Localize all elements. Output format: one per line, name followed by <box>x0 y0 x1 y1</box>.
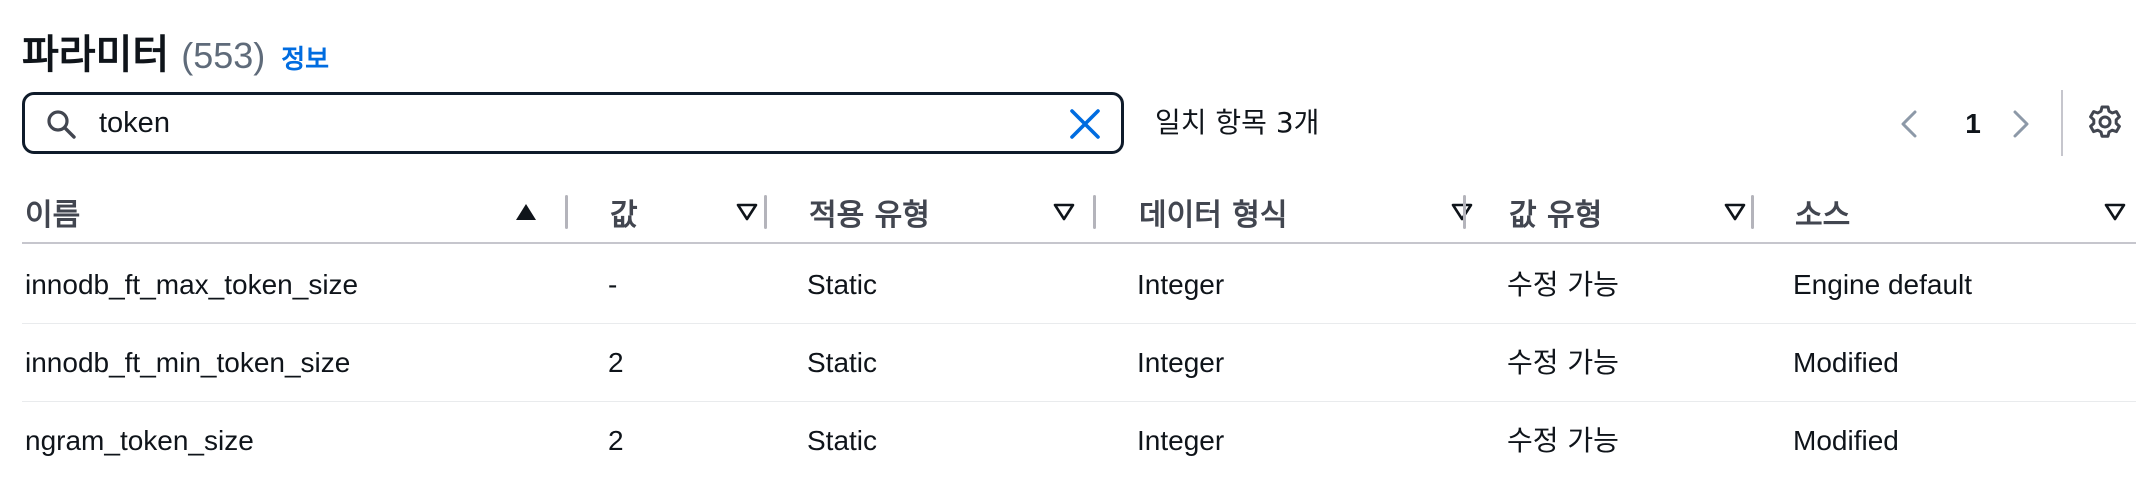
cell-source: Modified <box>1793 347 1899 378</box>
column-header-source[interactable]: 소스 <box>1795 180 2135 244</box>
column-header-value-type[interactable]: 값 유형 <box>1509 180 1759 244</box>
cell-data-type: Integer <box>1137 425 1225 456</box>
toolbar-divider <box>2061 90 2063 156</box>
column-separator[interactable] <box>1093 195 1096 229</box>
column-header-apply-type[interactable]: 적용 유형 <box>809 180 1089 244</box>
cell-value: 2 <box>608 347 624 378</box>
cell-value-type: 수정 가능 <box>1507 268 1619 301</box>
column-header-name[interactable]: 이름 <box>25 180 543 244</box>
caret-down-outline-icon <box>1451 203 1473 221</box>
column-separator[interactable] <box>565 195 568 229</box>
cell-value-type: 수정 가능 <box>1507 346 1619 379</box>
gear-icon[interactable] <box>2087 104 2123 140</box>
caret-down-outline-icon <box>2104 203 2126 221</box>
pagination-current-page[interactable]: 1 <box>1958 104 1988 144</box>
cell-source: Engine default <box>1793 269 1973 300</box>
cell-data-type: Integer <box>1137 347 1225 378</box>
cell-name: ngram_token_size <box>25 425 254 456</box>
cell-value-type: 수정 가능 <box>1507 424 1619 457</box>
column-header-label: 적용 유형 <box>809 198 930 233</box>
cell-apply-type: Static <box>807 269 878 300</box>
cell-apply-type: Static <box>807 425 878 456</box>
column-header-data-type[interactable]: 데이터 형식 <box>1139 180 1484 244</box>
caret-down-outline-icon <box>1724 203 1746 221</box>
table-row[interactable]: innodb_ft_min_token_size 2 Static Intege… <box>22 324 2136 402</box>
column-separator[interactable] <box>1751 195 1754 229</box>
column-separator[interactable] <box>1463 195 1466 229</box>
chevron-left-icon[interactable] <box>1895 104 1923 144</box>
cell-value: - <box>608 269 618 300</box>
search-input[interactable] <box>99 103 1059 143</box>
cell-name: innodb_ft_min_token_size <box>25 347 351 378</box>
table-header: 이름 값 적용 유형 데이터 형식 값 유형 소스 <box>22 180 2136 244</box>
cell-data-type: Integer <box>1137 269 1225 300</box>
column-header-label: 소스 <box>1795 198 1851 233</box>
column-header-label: 이름 <box>25 198 81 233</box>
column-header-label: 값 유형 <box>1509 198 1603 233</box>
search-field[interactable] <box>22 92 1124 154</box>
cell-apply-type: Static <box>807 347 878 378</box>
match-count: 일치 항목 3개 <box>1155 106 1320 139</box>
column-header-label: 데이터 형식 <box>1139 198 1288 233</box>
column-header-label: 값 <box>610 198 638 233</box>
cell-name: innodb_ft_max_token_size <box>25 269 359 300</box>
column-separator[interactable] <box>764 195 767 229</box>
table-row[interactable]: innodb_ft_max_token_size - Static Intege… <box>22 246 2136 324</box>
caret-down-outline-icon <box>736 203 758 221</box>
column-header-value[interactable]: 값 <box>610 180 760 244</box>
parameter-count: (553) <box>181 35 266 76</box>
search-icon <box>47 110 76 139</box>
page-header: 파라미터 (553) 정보 <box>22 22 329 82</box>
close-icon[interactable] <box>1067 106 1103 142</box>
caret-up-filled-icon <box>516 204 536 220</box>
table-row[interactable]: ngram_token_size 2 Static Integer 수정 가능 … <box>22 402 2136 478</box>
caret-down-outline-icon <box>1053 203 1075 221</box>
cell-value: 2 <box>608 425 624 456</box>
info-link[interactable]: 정보 <box>281 39 329 76</box>
chevron-right-icon[interactable] <box>2007 104 2035 144</box>
page-title: 파라미터 <box>22 32 170 78</box>
cell-source: Modified <box>1793 425 1899 456</box>
